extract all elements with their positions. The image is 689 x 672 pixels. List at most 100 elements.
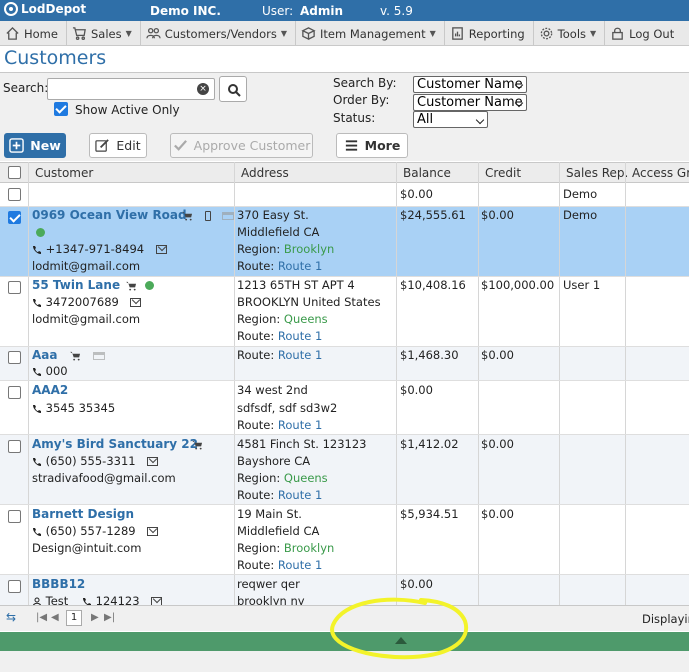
clear-icon[interactable]: × <box>197 83 209 95</box>
search-input[interactable]: × <box>47 78 215 100</box>
mail-icon[interactable] <box>155 245 167 254</box>
row-checkbox[interactable] <box>8 281 21 294</box>
nav-logout[interactable]: Log Out <box>605 21 682 46</box>
route-link[interactable]: Route 1 <box>278 418 322 432</box>
route-link[interactable]: Route 1 <box>278 329 322 343</box>
customer-name[interactable]: Amy's Bird Sanctuary 22 <box>32 436 198 453</box>
customer-name[interactable]: Barnett Design <box>32 506 134 523</box>
address-line1: 34 west 2nd <box>237 383 308 397</box>
plus-icon <box>9 138 25 153</box>
row-checkbox[interactable] <box>8 211 21 224</box>
contact-name: Test <box>45 594 69 605</box>
search-label: Search: <box>3 81 49 95</box>
address-line2: BROOKLYN United States <box>237 295 381 309</box>
phone-icon <box>33 457 41 466</box>
customer-name[interactable]: 0969 Ocean View Road <box>32 207 187 224</box>
next-page-icon[interactable]: ▶ <box>91 612 99 623</box>
row-checkbox[interactable] <box>8 386 21 399</box>
active-dot-icon <box>144 281 154 290</box>
nav-customers-vendors[interactable]: Customers/Vendors ▼ <box>141 21 297 46</box>
customer-name[interactable]: Aaa <box>32 347 57 364</box>
search-by-select[interactable]: Customer Name <box>413 76 527 93</box>
user-name: Admin <box>300 4 344 18</box>
row-checkbox[interactable] <box>8 510 21 523</box>
region-label: Region: <box>237 242 281 256</box>
column-divider <box>559 162 560 605</box>
row-checkbox[interactable] <box>8 580 21 593</box>
triangle-up-icon[interactable] <box>395 637 407 644</box>
route-label: Route: <box>237 558 275 572</box>
approve-customer-button[interactable]: Approve Customer <box>170 133 313 158</box>
chevron-down-icon: ▼ <box>429 29 436 38</box>
page-number-input[interactable]: 1 <box>66 610 82 626</box>
route: Route: Route 1 <box>237 417 322 434</box>
row-checkbox[interactable] <box>8 440 21 453</box>
first-page-icon[interactable]: |◀ <box>36 612 47 623</box>
refresh-icon[interactable]: ⇆ <box>6 610 16 624</box>
pager: ⇆ |◀ ◀ 1 ▶ ▶| Displaying <box>0 605 689 631</box>
show-active-checkbox[interactable] <box>54 102 68 116</box>
expand-panel-bar[interactable] <box>0 632 689 651</box>
new-button[interactable]: New <box>4 133 66 158</box>
phone-number: 124123 <box>95 594 140 605</box>
user-label: User: <box>262 4 294 18</box>
customer-name[interactable]: BBBB12 <box>32 576 85 593</box>
displaying-text: Displaying <box>642 612 689 626</box>
col-balance[interactable]: Balance <box>403 166 451 180</box>
nav-logout-label: Log Out <box>629 26 675 41</box>
region-label: Region: <box>237 541 281 555</box>
route-link[interactable]: Route 1 <box>278 259 322 273</box>
nav-item-management[interactable]: Item Management ▼ <box>296 21 445 46</box>
phone-icon <box>82 597 91 605</box>
customer-contact: 3472007689 <box>32 294 142 311</box>
col-sales-rep[interactable]: Sales Rep. <box>566 166 628 180</box>
person-icon <box>32 597 42 605</box>
nav-reporting[interactable]: Reporting <box>445 21 534 46</box>
route-link[interactable]: Route 1 <box>278 558 322 572</box>
col-customer[interactable]: Customer <box>35 166 93 180</box>
prev-page-icon[interactable]: ◀ <box>51 612 59 623</box>
address-line2: brooklyn ny <box>237 594 305 605</box>
nav-home[interactable]: Home <box>0 21 67 46</box>
order-by-label: Order By: <box>333 93 390 107</box>
edit-button[interactable]: Edit <box>89 133 147 158</box>
row-checkbox[interactable] <box>8 351 21 364</box>
balance: $1,412.02 <box>400 437 459 451</box>
mail-icon[interactable] <box>147 457 159 466</box>
search-by-label: Search By: <box>333 76 397 90</box>
status-indicator <box>36 224 45 241</box>
credit: $0.00 <box>481 208 514 222</box>
app-version: v. 5.9 <box>380 4 413 18</box>
main-nav: Home Sales ▼ Customers/Vendors ▼ Item Ma… <box>0 21 689 46</box>
route-link[interactable]: Route 1 <box>278 488 322 502</box>
row-checkbox[interactable] <box>8 188 21 201</box>
balance: $24,555.61 <box>400 208 466 222</box>
mail-icon[interactable] <box>130 298 142 307</box>
customer-contact: (650) 555-3311 <box>32 453 159 470</box>
chevron-down-icon: ▼ <box>125 29 132 38</box>
more-button[interactable]: More <box>336 133 408 158</box>
nav-sales-label: Sales <box>90 26 122 41</box>
nav-tools[interactable]: Tools ▼ <box>534 21 606 46</box>
cart-icon <box>70 351 81 361</box>
customer-name[interactable]: AAA2 <box>32 382 68 399</box>
mail-icon[interactable] <box>147 527 159 536</box>
col-access-group[interactable]: Access Gro <box>632 166 689 180</box>
search-button[interactable] <box>219 76 247 102</box>
select-all-checkbox[interactable] <box>8 166 21 179</box>
col-address[interactable]: Address <box>241 166 289 180</box>
route-link[interactable]: Route 1 <box>278 348 322 362</box>
cart-icon <box>182 211 193 221</box>
mail-icon[interactable] <box>151 597 163 605</box>
edit-icon <box>95 139 110 152</box>
customer-name[interactable]: 55 Twin Lane <box>32 277 120 294</box>
status-value: All <box>417 112 434 127</box>
last-page-icon[interactable]: ▶| <box>104 612 115 623</box>
col-credit[interactable]: Credit <box>485 166 521 180</box>
address-line1: 1213 65TH ST APT 4 <box>237 278 355 292</box>
order-by-select[interactable]: Customer Name <box>413 94 527 111</box>
route-label: Route: <box>237 488 275 502</box>
status-select[interactable]: All <box>413 111 488 128</box>
nav-sales[interactable]: Sales ▼ <box>67 21 141 46</box>
report-icon <box>451 27 463 40</box>
